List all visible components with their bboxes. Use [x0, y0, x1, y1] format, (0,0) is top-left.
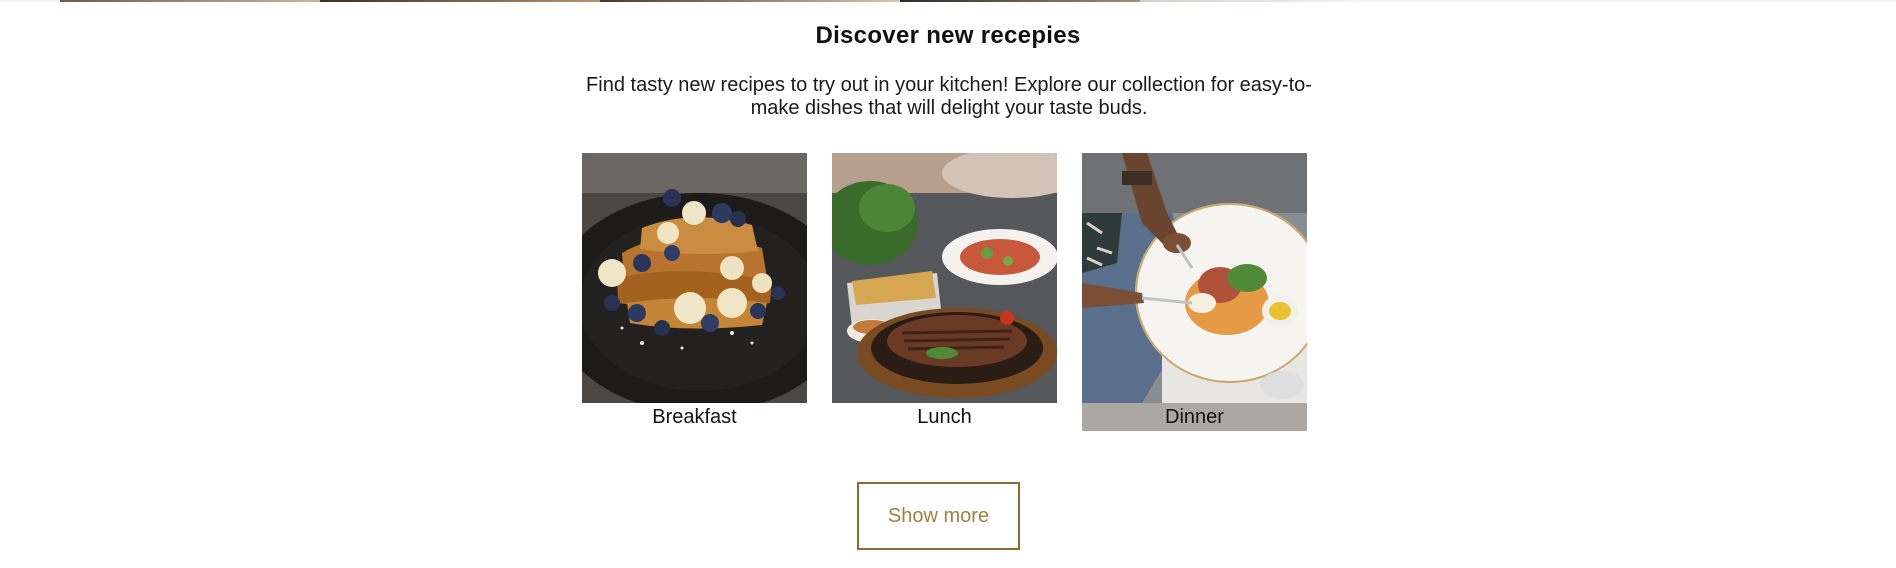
dinner-photo[interactable]: [1082, 153, 1307, 403]
show-more-button[interactable]: Show more: [857, 482, 1020, 550]
category-label-dinner[interactable]: Dinner: [1082, 403, 1307, 431]
category-cards: Breakfast Lunch Dinner: [582, 153, 1308, 431]
category-card-lunch[interactable]: Lunch: [832, 153, 1057, 431]
category-card-dinner[interactable]: Dinner: [1082, 153, 1307, 431]
lunch-photo[interactable]: [832, 153, 1057, 403]
category-label-lunch[interactable]: Lunch: [832, 403, 1057, 431]
section-title: Discover new recepies: [815, 22, 1081, 49]
category-card-breakfast[interactable]: Breakfast: [582, 153, 807, 431]
recipes-section: Discover new recepies Find tasty new rec…: [0, 0, 1896, 568]
breakfast-photo[interactable]: [582, 153, 807, 403]
category-label-breakfast[interactable]: Breakfast: [582, 403, 807, 431]
section-description: Find tasty new recipes to try out in you…: [586, 74, 1312, 119]
